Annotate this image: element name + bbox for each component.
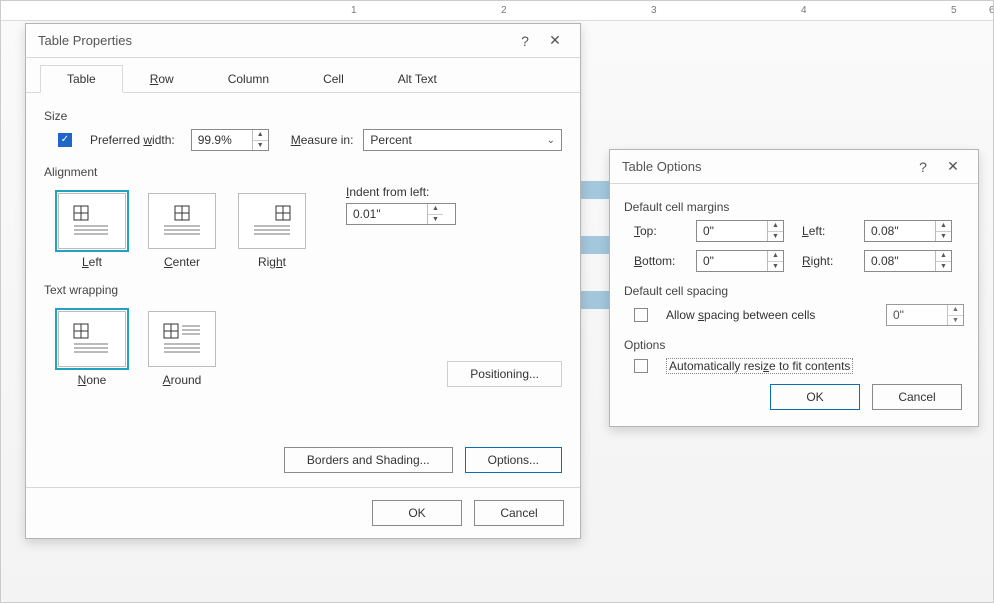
chevron-down-icon: ⌄ bbox=[547, 135, 555, 146]
align-right-tile[interactable] bbox=[238, 193, 306, 249]
spin-up-icon[interactable]: ▲ bbox=[768, 221, 783, 232]
wrap-none-label: None bbox=[78, 373, 107, 387]
ok-button[interactable]: OK bbox=[372, 500, 462, 526]
indent-from-left-label: Indent from left: bbox=[346, 185, 456, 199]
tabs: Table Row Column Cell Alt Text bbox=[26, 64, 580, 93]
align-center-label: Center bbox=[164, 255, 200, 269]
cancel-button[interactable]: Cancel bbox=[872, 384, 962, 410]
margin-left-input[interactable]: ▲▼ bbox=[864, 220, 952, 242]
align-left-tile[interactable] bbox=[58, 193, 126, 249]
wrap-around-tile[interactable] bbox=[148, 311, 216, 367]
align-right-label: Right bbox=[258, 255, 286, 269]
group-spacing-label: Default cell spacing bbox=[624, 284, 964, 298]
ok-button[interactable]: OK bbox=[770, 384, 860, 410]
group-size-label: Size bbox=[44, 109, 562, 123]
wrap-none-tile[interactable] bbox=[58, 311, 126, 367]
wrap-around-label: Around bbox=[163, 373, 202, 387]
cancel-button[interactable]: Cancel bbox=[474, 500, 564, 526]
allow-spacing-label: Allow spacing between cells bbox=[666, 308, 815, 322]
spin-down-icon[interactable]: ▼ bbox=[768, 232, 783, 242]
tab-row[interactable]: Row bbox=[123, 65, 201, 93]
close-icon[interactable]: ✕ bbox=[938, 158, 968, 175]
checkbox-allow-spacing[interactable] bbox=[634, 308, 648, 322]
preferred-width-label: Preferred width: bbox=[90, 133, 175, 147]
margin-top-input[interactable]: ▲▼ bbox=[696, 220, 784, 242]
help-icon[interactable]: ? bbox=[510, 33, 540, 49]
margin-right-label: Right: bbox=[802, 254, 856, 268]
spin-down-icon[interactable]: ▼ bbox=[768, 262, 783, 272]
app-window: 1 2 3 4 5 6 Table Properties ? ✕ Table R… bbox=[0, 0, 994, 603]
spin-down-icon[interactable]: ▼ bbox=[948, 316, 963, 326]
preferred-width-input[interactable]: ▲▼ bbox=[191, 129, 269, 151]
spin-up-icon[interactable]: ▲ bbox=[768, 251, 783, 262]
group-textwrap-label: Text wrapping bbox=[44, 283, 562, 297]
measure-in-label: Measure in: bbox=[291, 133, 354, 147]
dialog-title: Table Properties bbox=[38, 33, 510, 48]
group-options-label: Options bbox=[624, 338, 964, 352]
group-alignment-label: Alignment bbox=[44, 165, 562, 179]
spacing-input[interactable]: ▲▼ bbox=[886, 304, 964, 326]
tab-alt-text[interactable]: Alt Text bbox=[371, 65, 464, 93]
spin-down-icon[interactable]: ▼ bbox=[253, 141, 268, 151]
tab-cell[interactable]: Cell bbox=[296, 65, 371, 93]
measure-in-select[interactable]: Percent ⌄ bbox=[363, 129, 562, 151]
close-icon[interactable]: ✕ bbox=[540, 32, 570, 49]
align-left-label: Left bbox=[82, 255, 102, 269]
indent-from-left-input[interactable]: ▲▼ bbox=[346, 203, 456, 225]
dialog-table-options: Table Options ? ✕ Default cell margins T… bbox=[609, 149, 979, 427]
margin-left-label: Left: bbox=[802, 224, 856, 238]
spin-up-icon[interactable]: ▲ bbox=[428, 204, 443, 215]
spin-down-icon[interactable]: ▼ bbox=[428, 215, 443, 225]
ruler: 1 2 3 4 5 6 bbox=[1, 1, 993, 21]
titlebar-table-options: Table Options ? ✕ bbox=[610, 150, 978, 184]
borders-shading-button[interactable]: Borders and Shading... bbox=[284, 447, 453, 473]
spin-down-icon[interactable]: ▼ bbox=[936, 262, 951, 272]
spin-up-icon[interactable]: ▲ bbox=[936, 251, 951, 262]
options-button[interactable]: Options... bbox=[465, 447, 562, 473]
margin-bottom-label: Bottom: bbox=[634, 254, 688, 268]
margin-top-label: Top: bbox=[634, 224, 688, 238]
dialog-title: Table Options bbox=[622, 159, 908, 174]
margin-right-input[interactable]: ▲▼ bbox=[864, 250, 952, 272]
positioning-button: Positioning... bbox=[447, 361, 562, 387]
tab-table[interactable]: Table bbox=[40, 65, 123, 93]
titlebar-table-properties: Table Properties ? ✕ bbox=[26, 24, 580, 58]
dialog-table-properties: Table Properties ? ✕ Table Row Column Ce… bbox=[25, 23, 581, 539]
group-margins-label: Default cell margins bbox=[624, 200, 964, 214]
tab-column[interactable]: Column bbox=[201, 65, 296, 93]
checkbox-preferred-width[interactable] bbox=[58, 133, 72, 147]
spin-up-icon[interactable]: ▲ bbox=[253, 130, 268, 141]
spin-down-icon[interactable]: ▼ bbox=[936, 232, 951, 242]
align-center-tile[interactable] bbox=[148, 193, 216, 249]
margin-bottom-input[interactable]: ▲▼ bbox=[696, 250, 784, 272]
spin-up-icon[interactable]: ▲ bbox=[948, 305, 963, 316]
auto-resize-label: Automatically resize to fit contents bbox=[666, 358, 853, 374]
checkbox-auto-resize[interactable] bbox=[634, 359, 648, 373]
help-icon[interactable]: ? bbox=[908, 159, 938, 175]
spin-up-icon[interactable]: ▲ bbox=[936, 221, 951, 232]
